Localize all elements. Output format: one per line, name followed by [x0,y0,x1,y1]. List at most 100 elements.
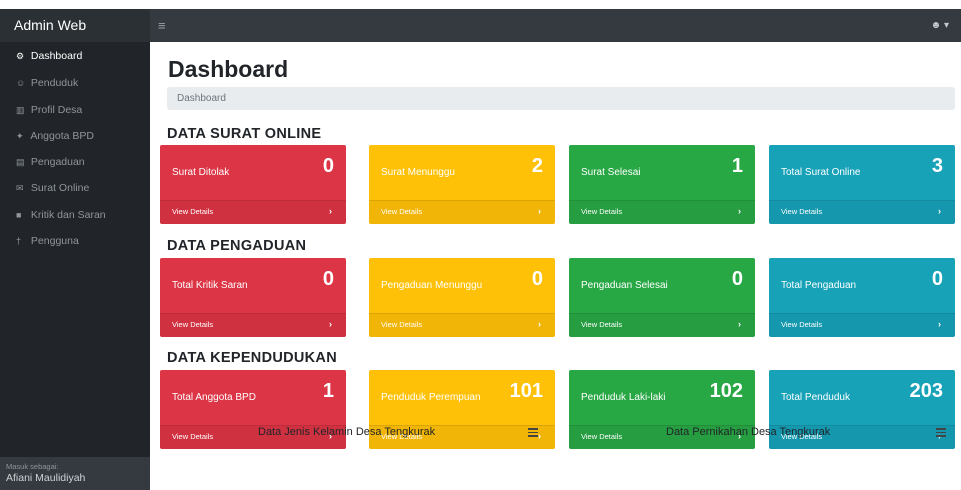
users-icon: ✦ [16,131,24,141]
view-details-label: View Details [381,320,423,329]
card-label: Surat Menunggu [381,167,455,178]
view-details-link[interactable]: View Details › [769,200,955,224]
card-value: 0 [531,268,543,290]
chevron-right-icon: › [329,206,332,216]
key-icon: † [16,236,22,246]
card-label: Surat Selesai [581,167,641,178]
chevron-right-icon: › [329,319,332,329]
chart-title-pernikahan: Data Pernikahan Desa Tengkurak [666,426,831,438]
chevron-right-icon: › [938,319,941,329]
view-details-link[interactable]: View Details › [369,313,555,337]
view-details-label: View Details [581,320,623,329]
comment-icon: ■ [16,210,22,220]
card-value: 3 [931,155,943,177]
sidebar-item-pengaduan[interactable]: ▤ Pengaduan [0,150,150,174]
view-details-label: View Details [781,320,823,329]
sidebar-item-label: Pengaduan [30,156,85,168]
logged-in-label: Masuk sebagai: [6,462,59,471]
card-surat-selesai: Surat Selesai 1 View Details › [569,145,755,224]
dashboard-icon: ⚙ [16,51,25,61]
chevron-right-icon: › [538,206,541,216]
view-details-label: View Details [172,432,214,441]
hamburger-menu-icon[interactable] [936,428,946,439]
sidebar-toggle-icon[interactable]: ≡ [158,9,166,42]
view-details-label: View Details [781,207,823,216]
card-value: 0 [731,268,743,290]
card-label: Pengaduan Menunggu [381,280,483,291]
card-label: Total Pengaduan [781,280,857,291]
chevron-right-icon: › [538,319,541,329]
card-surat-ditolak: Surat Ditolak 0 View Details › [160,145,346,224]
user-icon: ☺ [16,78,26,88]
chevron-right-icon: › [938,206,941,216]
sidebar-item-surat-online[interactable]: ✉ Surat Online [0,176,150,200]
card-label: Total Kritik Saran [172,280,248,291]
card-total-pengaduan: Total Pengaduan 0 View Details › [769,258,955,337]
section-title-surat-online: DATA SURAT ONLINE [167,126,322,142]
card-value: 1 [731,155,743,177]
view-details-label: View Details [581,207,623,216]
card-label: Penduduk Laki-laki [581,392,666,403]
section-title-kependudukan: DATA KEPENDUDUKAN [167,350,337,366]
card-value: 1 [322,380,334,402]
view-details-link[interactable]: View Details › [569,313,755,337]
sidebar: ⚙ Dashboard ☺ Penduduk ▥ Profil Desa ✦ A… [0,42,150,490]
sidebar-item-label: Pengguna [30,235,79,247]
envelope-icon: ✉ [16,183,24,193]
building-icon: ▥ [16,105,25,115]
card-label: Surat Ditolak [172,167,230,178]
card-value: 101 [509,380,543,402]
sidebar-item-kritik-saran[interactable]: ■ Kritik dan Saran [0,203,150,227]
view-details-link[interactable]: View Details › [769,313,955,337]
sidebar-item-label: Kritik dan Saran [30,209,106,221]
view-details-label: View Details [381,207,423,216]
topbar: Admin Web ≡ ☻ ▾ [0,9,961,42]
card-total-kritik-saran: Total Kritik Saran 0 View Details › [160,258,346,337]
sidebar-footer: Masuk sebagai: Afiani Maulidiyah [0,457,150,490]
view-details-label: View Details [581,432,623,441]
sidebar-item-pengguna[interactable]: † Pengguna [0,229,150,253]
view-details-link[interactable]: View Details › [160,200,346,224]
main-content: Dashboard Dashboard DATA SURAT ONLINE Su… [150,42,961,490]
sidebar-item-penduduk[interactable]: ☺ Penduduk [0,71,150,95]
chevron-right-icon: › [738,206,741,216]
card-pengaduan-selesai: Pengaduan Selesai 0 View Details › [569,258,755,337]
card-label: Total Surat Online [781,167,861,178]
chevron-right-icon: › [538,431,541,441]
sidebar-item-profil-desa[interactable]: ▥ Profil Desa [0,98,150,122]
sidebar-item-label: Anggota BPD [30,130,94,142]
card-value: 0 [322,155,334,177]
card-label: Penduduk Perempuan [381,392,481,403]
card-total-surat-online: Total Surat Online 3 View Details › [769,145,955,224]
brand-title[interactable]: Admin Web [0,9,150,42]
card-value: 0 [322,268,334,290]
chart-title-jenis-kelamin: Data Jenis Kelamin Desa Tengkurak [258,426,436,438]
list-icon: ▤ [16,157,25,167]
sidebar-item-anggota-bpd[interactable]: ✦ Anggota BPD [0,124,150,148]
hamburger-menu-icon[interactable] [528,428,538,439]
card-value: 2 [531,155,543,177]
card-value: 102 [709,380,743,402]
card-value: 0 [931,268,943,290]
card-value: 203 [909,380,943,402]
user-dropdown-icon[interactable]: ☻ ▾ [931,9,949,42]
chevron-right-icon: › [738,319,741,329]
view-details-link[interactable]: View Details › [569,200,755,224]
logged-in-user: Afiani Maulidiyah [6,472,86,484]
view-details-link[interactable]: View Details › [369,200,555,224]
view-details-label: View Details [172,207,214,216]
sidebar-item-dashboard[interactable]: ⚙ Dashboard [0,44,150,68]
page-title: Dashboard [168,56,289,82]
view-details-label: View Details [172,320,214,329]
card-pengaduan-menunggu: Pengaduan Menunggu 0 View Details › [369,258,555,337]
view-details-link[interactable]: View Details › [160,313,346,337]
sidebar-item-label: Penduduk [30,77,79,89]
card-label: Pengaduan Selesai [581,280,668,291]
card-label: Total Anggota BPD [172,392,256,403]
card-surat-menunggu: Surat Menunggu 2 View Details › [369,145,555,224]
card-label: Total Penduduk [781,392,850,403]
sidebar-item-label: Surat Online [30,182,90,194]
breadcrumb: Dashboard [167,87,955,110]
section-title-pengaduan: DATA PENGADUAN [167,238,307,254]
sidebar-item-label: Dashboard [30,50,83,62]
